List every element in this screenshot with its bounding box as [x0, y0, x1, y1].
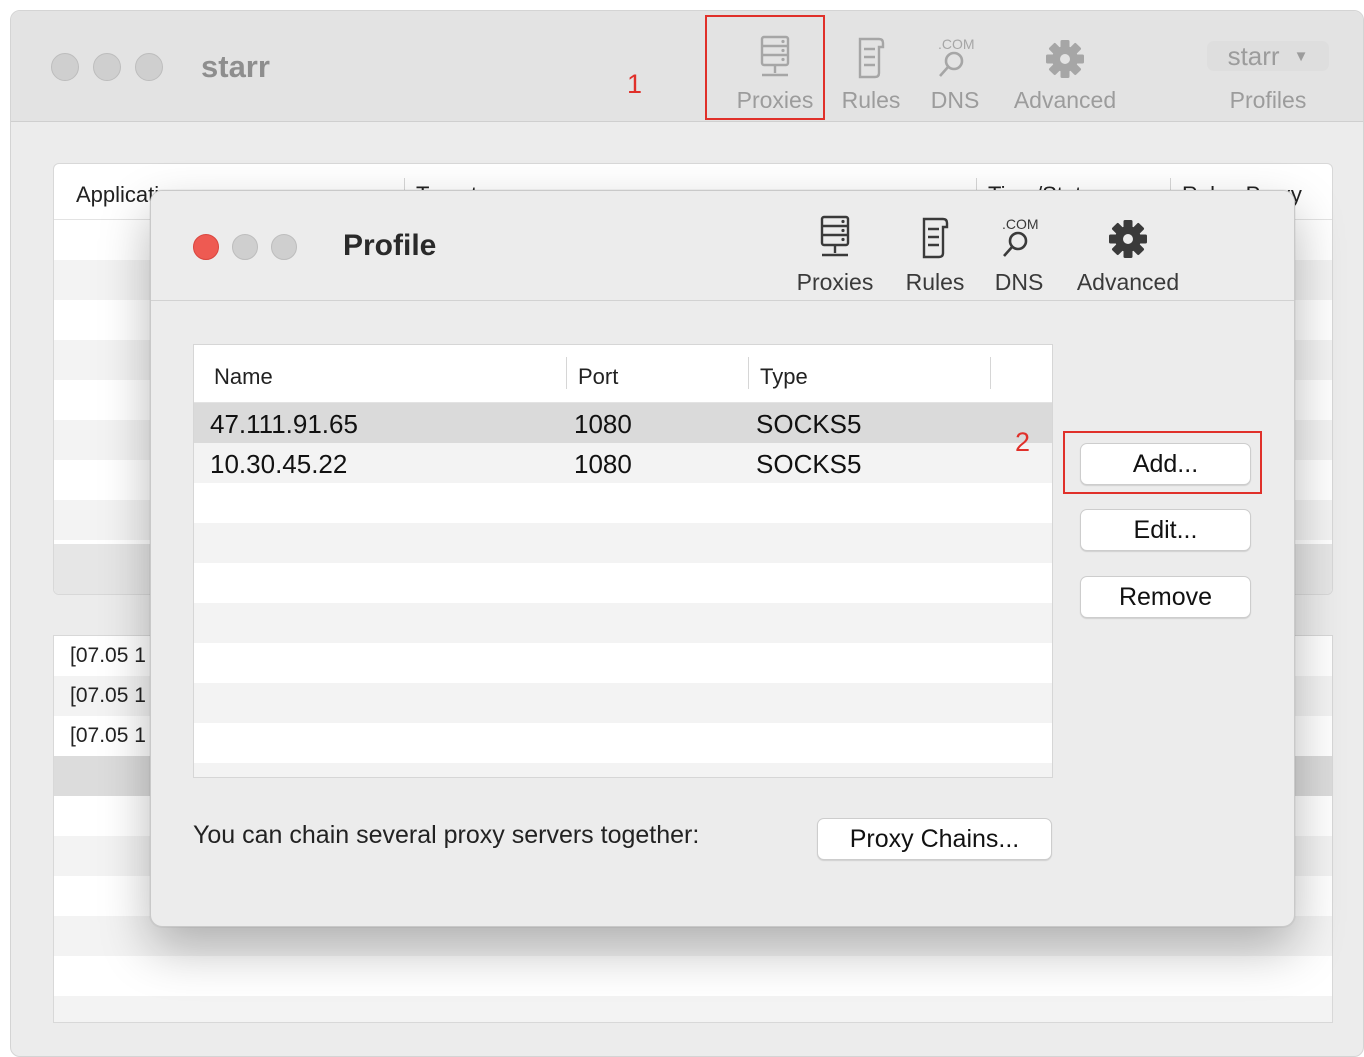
empty-row	[194, 603, 1052, 643]
column-type[interactable]: Type	[760, 364, 808, 390]
annotation-step-2: 2	[1015, 427, 1031, 457]
proxy-port: 1080	[574, 409, 632, 439]
server-icon	[787, 213, 883, 259]
close-button[interactable]	[51, 53, 79, 81]
zoom-button[interactable]	[135, 53, 163, 81]
proxy-table-header: Name Port Type	[194, 345, 1052, 403]
dialog-tab-dns[interactable]: .COM DNS	[989, 213, 1049, 296]
dialog-titlebar: Profile Proxies Rules .COM DNS Advanced	[151, 191, 1294, 301]
log-entry	[54, 956, 1332, 996]
column-port[interactable]: Port	[578, 364, 618, 390]
dialog-zoom-button[interactable]	[271, 234, 297, 260]
toolbar-dns[interactable]: .COM DNS	[925, 33, 985, 114]
dialog-tab-proxies-label: Proxies	[796, 269, 874, 295]
empty-row	[194, 763, 1052, 777]
empty-row	[194, 723, 1052, 763]
proxy-type: SOCKS5	[756, 409, 862, 439]
edit-button[interactable]: Edit...	[1080, 509, 1251, 551]
toolbar-rules-label: Rules	[841, 87, 901, 113]
proxy-type: SOCKS5	[756, 449, 862, 479]
profile-selector[interactable]: starr ▼	[1207, 41, 1329, 71]
dialog-tab-proxies[interactable]: Proxies	[787, 213, 883, 296]
dialog-close-button[interactable]	[193, 234, 219, 260]
proxy-table[interactable]: Name Port Type 47.111.91.65 1080 SOCKS5 …	[193, 344, 1053, 778]
window-title: starr	[201, 49, 270, 84]
toolbar-advanced-label: Advanced	[1013, 87, 1117, 113]
profiles-label: Profiles	[1229, 87, 1307, 113]
dialog-minimize-button[interactable]	[232, 234, 258, 260]
empty-row	[194, 683, 1052, 723]
gear-icon	[1067, 213, 1189, 259]
log-entry	[54, 996, 1332, 1022]
dns-icon: .COM	[925, 33, 985, 79]
add-button[interactable]: Add...	[1080, 443, 1251, 485]
remove-button[interactable]: Remove	[1080, 576, 1251, 618]
highlight-proxies	[705, 15, 825, 120]
main-window-controls	[51, 53, 163, 81]
svg-text:.COM: .COM	[938, 36, 975, 52]
table-row[interactable]: 10.30.45.22 1080 SOCKS5	[194, 443, 1052, 483]
dialog-tab-rules[interactable]: Rules	[901, 213, 969, 296]
dialog-window-controls	[193, 234, 297, 260]
profile-dialog: Profile Proxies Rules .COM DNS Advanced	[150, 190, 1295, 927]
dns-icon: .COM	[989, 213, 1049, 259]
rules-icon	[839, 33, 903, 79]
proxy-port: 1080	[574, 449, 632, 479]
empty-row	[194, 563, 1052, 603]
dialog-title: Profile	[343, 229, 437, 262]
toolbar-rules[interactable]: Rules	[839, 33, 903, 114]
minimize-button[interactable]	[93, 53, 121, 81]
empty-row	[194, 483, 1052, 523]
annotation-step-1: 1	[627, 69, 643, 99]
chevron-down-icon: ▼	[1293, 47, 1309, 65]
proxy-name: 10.30.45.22	[210, 449, 348, 479]
profile-selector-value: starr	[1227, 40, 1280, 71]
empty-row	[194, 643, 1052, 683]
column-name[interactable]: Name	[214, 364, 273, 390]
table-row[interactable]: 47.111.91.65 1080 SOCKS5	[194, 403, 1052, 443]
proxy-chains-button[interactable]: Proxy Chains...	[817, 818, 1052, 860]
proxy-chain-hint: You can chain several proxy servers toge…	[193, 821, 700, 849]
rules-icon	[901, 213, 969, 259]
dialog-tab-dns-label: DNS	[994, 269, 1044, 295]
dialog-tab-rules-label: Rules	[905, 269, 965, 295]
dialog-tab-advanced[interactable]: Advanced	[1067, 213, 1189, 296]
toolbar-dns-label: DNS	[930, 87, 980, 113]
dialog-tab-advanced-label: Advanced	[1076, 269, 1180, 295]
toolbar-advanced[interactable]: Advanced	[1005, 33, 1125, 114]
empty-row	[194, 523, 1052, 563]
gear-icon	[1005, 33, 1125, 79]
svg-text:.COM: .COM	[1002, 216, 1039, 232]
proxy-name: 47.111.91.65	[210, 409, 358, 439]
main-titlebar: starr 1 Proxies Rules .COM DNS Advanced	[11, 11, 1363, 122]
